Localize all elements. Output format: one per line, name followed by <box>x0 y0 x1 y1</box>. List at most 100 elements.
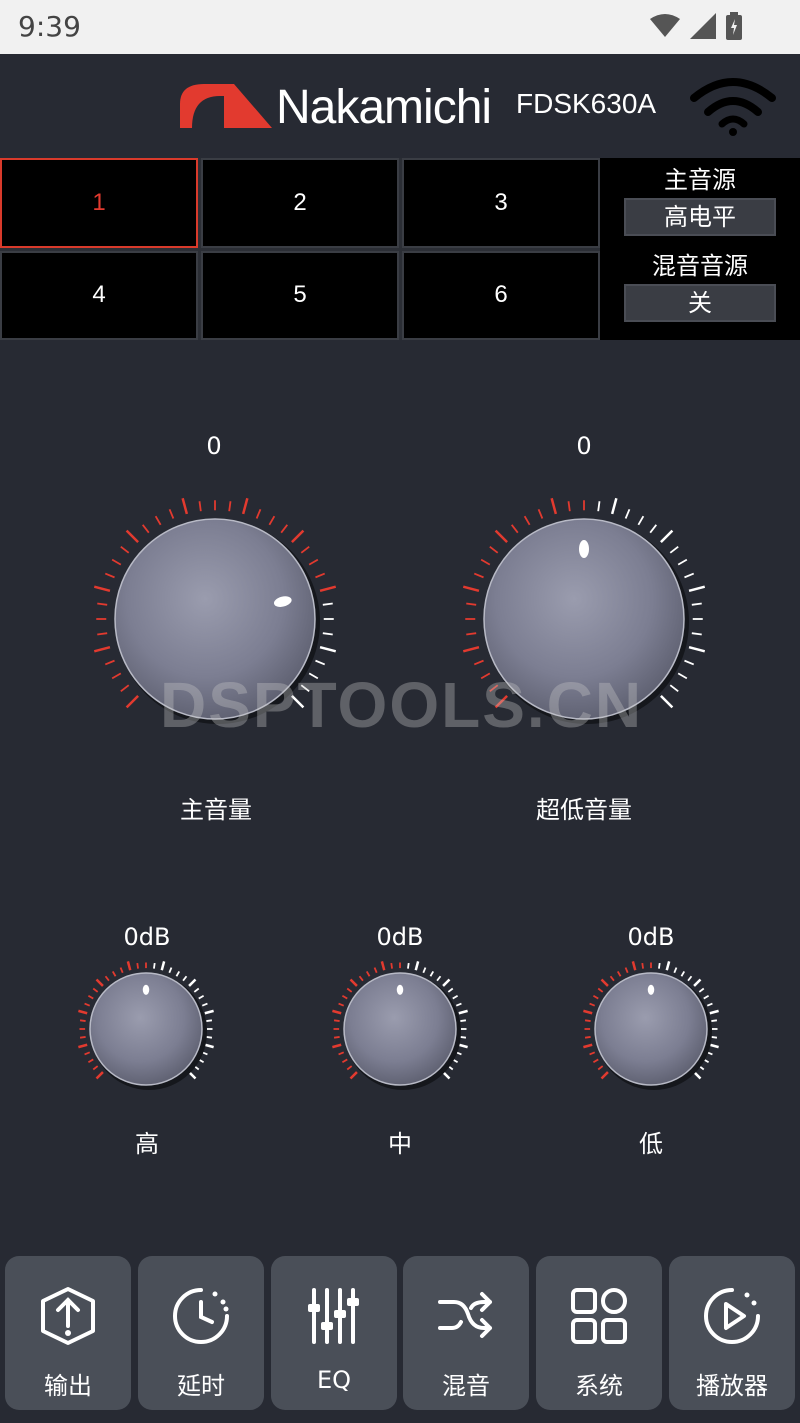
nav-delay-button[interactable]: 延时 <box>138 1256 264 1410</box>
knob-tick <box>473 659 484 666</box>
preset-button-6[interactable]: 6 <box>402 250 600 340</box>
knob-tick <box>688 585 706 593</box>
mix-icon <box>438 1292 492 1338</box>
knob-tick <box>228 501 232 512</box>
low-label: 低 <box>639 1130 663 1158</box>
nav-system-button[interactable]: 系统 <box>536 1256 662 1410</box>
battery-icon <box>726 12 742 40</box>
nav-player-button[interactable]: 播放器 <box>669 1256 795 1410</box>
knob-tick <box>480 558 491 566</box>
knob-tick <box>616 970 622 977</box>
device-model: FDSK630A <box>516 88 657 119</box>
knob-tick <box>584 1019 591 1022</box>
preset-button-4[interactable]: 4 <box>0 250 198 340</box>
main-source-select[interactable]: 高电平 <box>624 198 776 236</box>
knob-tick <box>688 645 706 653</box>
knob-tick <box>462 585 480 593</box>
knob-tick <box>706 1002 713 1007</box>
brand-name: Nakamichi <box>276 81 492 134</box>
nav-mix-button[interactable]: 混音 <box>403 1256 529 1410</box>
knob-tick <box>341 994 348 1000</box>
knob-tick <box>466 602 477 606</box>
knob-tick <box>280 524 289 534</box>
knob-tick <box>349 978 358 987</box>
knob-tick <box>703 994 710 1000</box>
knob-tick <box>111 672 122 680</box>
mid-label: 中 <box>388 1130 412 1158</box>
knob-tick <box>154 515 162 526</box>
knob-tick <box>79 1036 86 1039</box>
knob-tick <box>523 515 531 526</box>
knob-tick <box>188 978 197 987</box>
knob-tick <box>97 632 108 636</box>
knob-tick <box>322 602 333 606</box>
knob-tick <box>79 1019 86 1022</box>
preset-button-2[interactable]: 2 <box>201 158 399 248</box>
high-knob[interactable] <box>66 959 226 1099</box>
status-bar: 9:39 <box>0 0 800 54</box>
knob-tick <box>436 975 442 982</box>
mix-source-title: 混音音源 <box>652 252 748 280</box>
knob-tick <box>104 975 110 982</box>
knob-tick <box>300 545 310 554</box>
knob-tick <box>624 967 629 974</box>
nav-output-button[interactable]: 输出 <box>5 1256 131 1410</box>
knob-tick <box>693 1071 702 1080</box>
nav-eq-button[interactable]: EQ <box>271 1256 397 1410</box>
knob-tick <box>660 695 674 709</box>
eq-icon <box>308 1288 359 1344</box>
delay-icon <box>173 1288 229 1344</box>
knob-tick <box>255 508 262 519</box>
knob-tick <box>308 558 319 566</box>
knob-tick <box>201 1002 208 1007</box>
knob-tick <box>322 632 333 636</box>
knob-tick <box>583 1043 593 1049</box>
preset-button-5[interactable]: 5 <box>201 250 399 340</box>
low-knob[interactable] <box>571 959 731 1099</box>
preset-button-3[interactable]: 3 <box>402 158 600 248</box>
sub-volume-value: 0 <box>576 432 592 460</box>
knob-tick <box>452 994 459 1000</box>
knob-tick <box>583 1009 593 1015</box>
knob-tick <box>349 1071 358 1080</box>
wifi-connection-icon[interactable] <box>690 76 776 136</box>
knob-tick <box>567 501 571 512</box>
knob-tick <box>204 1043 214 1049</box>
knob-tick <box>87 1058 94 1064</box>
knob-tick <box>365 970 371 977</box>
knob-tick <box>660 529 674 543</box>
knob-tick <box>698 987 705 993</box>
main-volume-value: 0 <box>206 432 222 460</box>
knob-tick <box>268 515 276 526</box>
nav-eq-label: EQ <box>316 1366 352 1394</box>
knob-tick <box>691 602 702 606</box>
knob-tick <box>104 572 115 579</box>
main-volume-label: 主音量 <box>180 796 252 824</box>
preset-button-1[interactable]: 1 <box>0 158 198 248</box>
knob-tick <box>684 572 695 579</box>
mid-knob[interactable] <box>320 959 480 1099</box>
knob-tick <box>126 961 132 971</box>
nav-player-label: 播放器 <box>696 1372 768 1400</box>
knob-tick <box>584 1036 591 1039</box>
wifi-status-icon <box>650 14 680 37</box>
knob-tick <box>597 987 604 993</box>
mix-source-select[interactable]: 关 <box>624 284 776 322</box>
knob-tick <box>95 1071 104 1080</box>
knob-tick <box>680 970 686 977</box>
knob-tick <box>658 962 661 969</box>
knob-tick <box>78 1009 88 1015</box>
knob-tick <box>592 994 599 1000</box>
knob-tick <box>104 659 115 666</box>
low-value: 0dB <box>627 923 675 951</box>
knob-tick <box>160 961 166 971</box>
knob-indicator <box>142 984 150 995</box>
knob-tick <box>168 508 175 519</box>
knob-tick <box>338 1002 345 1007</box>
knob-tick <box>693 978 702 987</box>
bottom-nav: 输出 延时 EQ 混音 系统 播放器 <box>0 1252 800 1423</box>
knob-tick <box>168 967 173 974</box>
mid-value: 0dB <box>376 923 424 951</box>
knob-tick <box>407 962 410 969</box>
knob-tick <box>87 994 94 1000</box>
